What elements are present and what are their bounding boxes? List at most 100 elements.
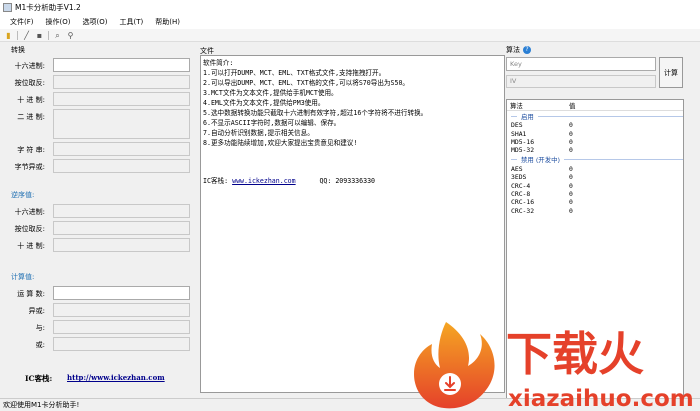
file-ic-row: IC客栈: www.ickezhan.com QQ: 2093336330 (203, 176, 502, 186)
menu-options[interactable]: 选项(O) (76, 17, 113, 27)
item-name: MD5-16 (511, 137, 535, 146)
list-item[interactable]: CRC-16 0 (507, 198, 683, 206)
iv-input[interactable]: IV (506, 75, 656, 88)
convert-panel: 转换 十六进制: 按位取反: 十 进 制: 二 进 制: 字 符 串: 字节异或… (5, 43, 190, 395)
ic-link[interactable]: http://www.ickezhan.com (67, 373, 165, 382)
operand-label: 运 算 数: (17, 290, 45, 298)
menu-help[interactable]: 帮助(H) (149, 17, 186, 27)
xor-field[interactable] (53, 303, 190, 317)
rev-hex-field[interactable] (53, 204, 190, 218)
window-title: M1卡分析助手V1.2 (15, 3, 81, 12)
xor-byte-field[interactable] (53, 159, 190, 173)
operand-input[interactable] (53, 286, 190, 300)
string-label: 字 符 串: (17, 146, 45, 154)
xor-byte-label: 字节异或: (14, 163, 45, 171)
disabled-group-label: 禁用 (开发中) (521, 156, 560, 165)
item-name: CRC-16 (511, 198, 535, 207)
qq-text: QQ: 2093336330 (319, 177, 376, 185)
intro-line: 8.更多功能陆续增加,欢迎大家提出宝贵意见和建议! (203, 139, 358, 147)
edit-icon[interactable]: ╱ (22, 31, 31, 40)
or-label: 或: (35, 341, 45, 349)
decimal-field[interactable] (53, 92, 190, 106)
item-name: CRC-4 (511, 181, 531, 190)
watermark-graphic: 下载火 xiazaihuo.com (414, 322, 694, 411)
item-value: 0 (569, 146, 573, 155)
menu-tools[interactable]: 工具(T) (113, 17, 149, 27)
intro-line: 7.自动分析识别数据,提示相关信息。 (203, 129, 314, 137)
list-item[interactable]: SHA1 0 (507, 129, 683, 138)
list-item[interactable]: MD5-32 0 (507, 146, 683, 154)
menu-file[interactable]: 文件(F) (4, 17, 40, 27)
binary-field[interactable] (53, 109, 190, 139)
toolbar: ▮ ╱ ▪ ⌕ ⚲ (0, 29, 700, 42)
menu-bar: 文件(F) 操作(O) 选项(O) 工具(T) 帮助(H) (0, 15, 700, 29)
hex-label: 十六进制: (14, 62, 45, 70)
hex-input[interactable] (53, 58, 190, 72)
item-value: 0 (569, 198, 573, 207)
intro-line: 1.可以打开DUMP、MCT、EML、TXT格式文件,支持拖拽打开。 (203, 69, 386, 77)
list-item[interactable]: 3EDS 0 (507, 173, 683, 181)
group-line (563, 159, 683, 161)
list-item[interactable]: CRC-32 0 (507, 207, 683, 215)
flame-icon (414, 322, 495, 409)
and-field[interactable] (53, 320, 190, 334)
search-icon[interactable]: ⌕ (53, 31, 62, 40)
bitnot-label: 按位取反: (14, 79, 45, 87)
bitnot-field[interactable] (53, 75, 190, 89)
item-value: 0 (569, 173, 573, 182)
menu-operate[interactable]: 操作(O) (40, 17, 77, 27)
rev-decimal-field[interactable] (53, 238, 190, 252)
item-name: 3EDS (511, 173, 527, 182)
calc-title: 计算值: (11, 273, 35, 281)
open-folder-icon[interactable]: ▮ (4, 31, 13, 40)
algo-header: 算法 ? (506, 45, 531, 55)
list-item[interactable]: CRC-8 0 (507, 190, 683, 198)
list-item[interactable]: DES 0 (507, 121, 683, 129)
list-item[interactable]: AES 0 (507, 165, 683, 173)
rev-bitnot-field[interactable] (53, 221, 190, 235)
item-value: 0 (569, 206, 573, 215)
list-header: 算法 值 (507, 100, 683, 111)
item-name: SHA1 (511, 129, 527, 138)
enabled-group: 启用 (507, 111, 683, 121)
enabled-group-label: 启用 (521, 112, 534, 121)
intro-line: 2.可以导出DUMP、MCT、EML、TXT格的文件,可以将S70导出为S50。 (203, 79, 410, 87)
item-name: CRC-32 (511, 206, 535, 215)
disabled-group: 禁用 (开发中) (507, 155, 683, 165)
and-label: 与: (35, 324, 45, 332)
item-value: 0 (569, 189, 573, 198)
string-field[interactable] (53, 142, 190, 156)
item-name: CRC-8 (511, 189, 531, 198)
status-text: 欢迎使用M1卡分析助手! (3, 401, 80, 409)
convert-title: 转换 (11, 46, 25, 54)
save-icon[interactable]: ▪ (35, 31, 44, 40)
list-item[interactable]: MD5-16 0 (507, 138, 683, 146)
calculate-button[interactable]: 计算 (659, 57, 683, 88)
col-algo[interactable]: 算法 (507, 101, 565, 110)
key-input[interactable]: Key (506, 57, 656, 71)
intro-line: 软件简介: (203, 59, 234, 67)
watermark-brand: 下载火 (506, 327, 644, 381)
item-value: 0 (569, 121, 573, 130)
item-value: 0 (569, 181, 573, 190)
file-ic-link[interactable]: www.ickezhan.com (232, 177, 296, 185)
group-line (537, 115, 683, 117)
toolbar-separator (48, 30, 49, 40)
intro-line: 5.选中数据转换功能只截取十六进制有效字符,超过16个字符将不进行转换。 (203, 109, 428, 117)
toolbar-separator (17, 30, 18, 40)
item-name: DES (511, 121, 523, 130)
title-bar: M1卡分析助手V1.2 (0, 0, 700, 15)
list-item[interactable]: CRC-4 0 (507, 181, 683, 190)
intro-line: 6.不显示ASCII字符时,数据可以编辑、保存。 (203, 119, 341, 127)
decimal-label: 十 进 制: (17, 96, 45, 104)
item-value: 0 (569, 164, 573, 173)
item-name: AES (511, 164, 523, 173)
col-value[interactable]: 值 (565, 101, 575, 110)
reverse-title: 逆序值: (11, 191, 35, 199)
file-ic-label: IC客栈: (203, 177, 229, 185)
intro-line: 3.MCT文件为文本文件,提供给手机MCT使用。 (203, 89, 338, 97)
zoom-icon[interactable]: ⚲ (66, 31, 75, 40)
or-field[interactable] (53, 337, 190, 351)
help-icon[interactable]: ? (523, 46, 531, 54)
binary-label: 二 进 制: (17, 113, 45, 121)
